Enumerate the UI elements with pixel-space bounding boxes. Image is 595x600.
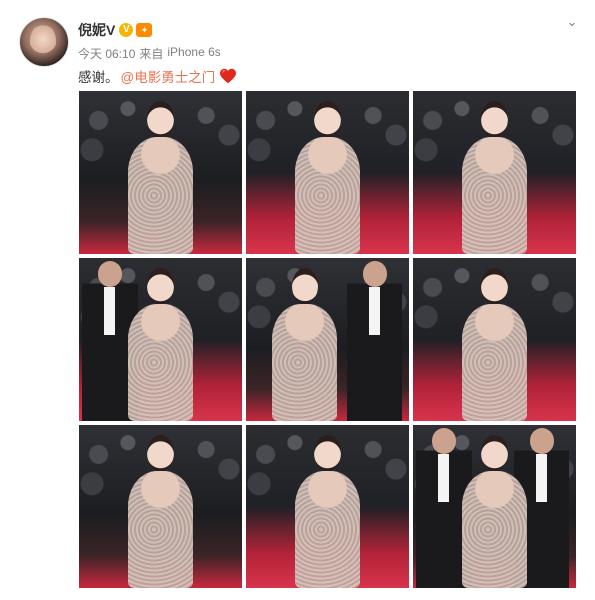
photo-thumbnail-5[interactable]	[246, 258, 409, 421]
photo-thumbnail-8[interactable]	[246, 425, 409, 588]
post-source[interactable]: iPhone 6s	[167, 45, 220, 62]
photo-thumbnail-3[interactable]	[413, 91, 576, 254]
vip-crown-icon[interactable]: ✦	[136, 23, 153, 37]
photo-thumbnail-4[interactable]	[79, 258, 242, 421]
photo-thumbnail-9[interactable]	[413, 425, 576, 588]
chevron-down-icon[interactable]: ⌄	[564, 14, 580, 30]
post-time[interactable]: 今天 06:10	[78, 45, 135, 62]
photo-grid	[79, 91, 576, 588]
post-text: 感谢。 @电影勇士之门	[78, 66, 237, 86]
source-prefix: 来自	[139, 47, 164, 61]
photo-thumbnail-6[interactable]	[413, 258, 576, 421]
username[interactable]: 倪妮V	[78, 20, 115, 40]
photo-thumbnail-1[interactable]	[79, 91, 242, 254]
mention-link[interactable]: @电影勇士之门	[121, 66, 216, 86]
photo-thumbnail-7[interactable]	[79, 425, 242, 588]
red-heart-emoji-icon	[220, 68, 237, 84]
verified-badge-icon: V	[119, 23, 134, 37]
post-text-body: 感谢。	[78, 70, 119, 85]
post-meta: 今天 06:10 来自 iPhone 6s	[78, 45, 221, 62]
user-header: 倪妮V V ✦	[78, 20, 153, 40]
avatar[interactable]	[19, 17, 69, 67]
photo-thumbnail-2[interactable]	[246, 91, 409, 254]
